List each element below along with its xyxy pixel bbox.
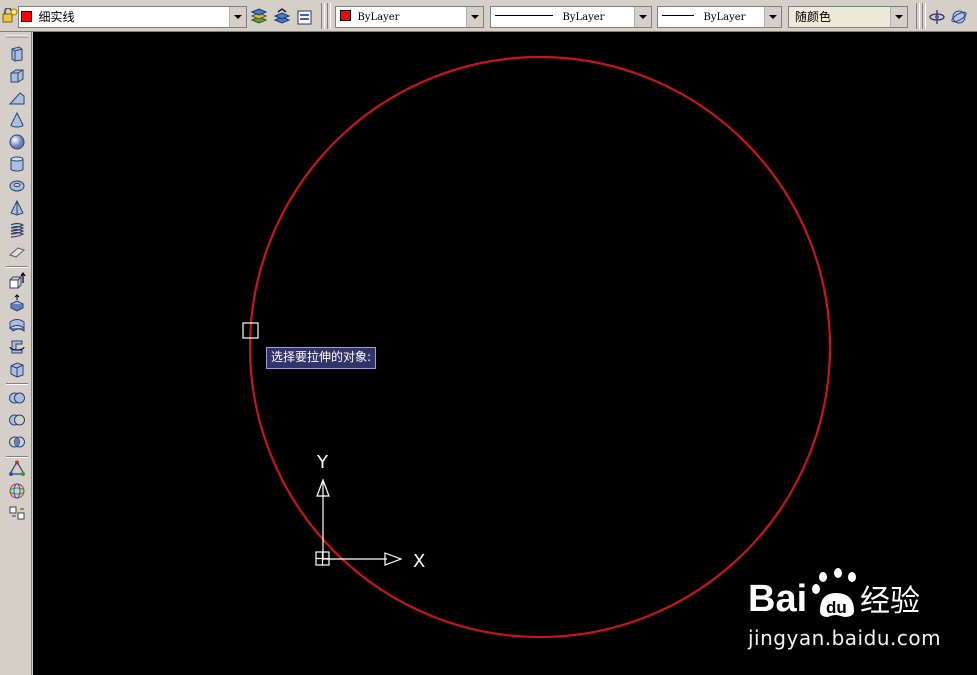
lineweight-sample — [662, 15, 694, 16]
sweep-icon[interactable] — [8, 316, 26, 334]
ucs-x-label: X — [413, 551, 425, 572]
3d-move-icon[interactable] — [8, 460, 26, 478]
ucs-icon — [315, 478, 403, 566]
extrude-icon[interactable] — [8, 272, 26, 290]
linetype-value: ByLayer — [562, 12, 605, 23]
make-object-layer-current-icon[interactable] — [250, 8, 268, 26]
color-value: ByLayer — [357, 12, 400, 23]
color-dropdown[interactable]: ByLayer — [335, 6, 484, 28]
layer-dropdown[interactable]: 细实线 — [18, 6, 247, 28]
toolbar-separator — [321, 3, 325, 29]
cylinder-icon[interactable] — [8, 155, 26, 173]
toolbar-separator — [916, 3, 920, 29]
cone-icon[interactable] — [8, 111, 26, 129]
3d-rotate-icon[interactable] — [8, 482, 26, 500]
section-plane-icon[interactable] — [8, 504, 26, 522]
sphere-icon[interactable] — [8, 133, 26, 151]
layer-unlock-icon[interactable] — [2, 8, 18, 24]
box-icon[interactable] — [8, 67, 26, 85]
presspull-icon[interactable] — [8, 294, 26, 312]
helix-icon[interactable] — [8, 221, 26, 239]
torus-icon[interactable] — [8, 177, 26, 195]
ucs-y-label: Y — [316, 452, 329, 473]
pyramid-icon[interactable] — [8, 199, 26, 217]
toolbar-separator — [6, 266, 28, 268]
watermark-url: jingyan.baidu.com — [748, 626, 942, 650]
chevron-down-icon[interactable] — [229, 7, 246, 27]
toolbar-separator — [6, 383, 28, 385]
polysolid-icon[interactable] — [8, 45, 26, 63]
revolve-icon[interactable] — [8, 338, 26, 356]
modeling-toolbar — [0, 32, 32, 675]
chevron-down-icon[interactable] — [764, 7, 781, 27]
toolbar-separator — [922, 3, 926, 29]
linetype-dropdown[interactable]: ByLayer — [490, 6, 652, 28]
svg-text:经验: 经验 — [860, 584, 920, 619]
toolbar-grip[interactable] — [6, 35, 28, 39]
plotstyle-dropdown[interactable]: 随颜色 — [788, 6, 908, 28]
svg-text:Bai: Bai — [748, 578, 807, 620]
toolbar-separator — [327, 3, 331, 29]
layer-previous-icon[interactable] — [273, 8, 291, 26]
color-swatch — [340, 10, 351, 21]
layer-properties-manager-icon[interactable] — [296, 8, 314, 26]
loft-icon[interactable] — [8, 360, 26, 378]
planar-surface-icon[interactable] — [8, 243, 26, 261]
lineweight-dropdown[interactable]: ByLayer — [657, 6, 782, 28]
chevron-down-icon[interactable] — [890, 7, 907, 27]
toolbar-separator — [6, 456, 28, 458]
union-icon[interactable] — [8, 389, 26, 407]
lineweight-value: ByLayer — [703, 12, 746, 23]
3d-orbit-icon[interactable] — [928, 8, 946, 26]
intersect-icon[interactable] — [8, 433, 26, 451]
layer-name: 细实线 — [38, 10, 75, 24]
linetype-sample — [495, 15, 553, 16]
chevron-down-icon[interactable] — [634, 7, 651, 27]
properties-toolbar: 细实线 ByLayer ByLayer ByLayer 随颜色 — [0, 0, 977, 32]
chevron-down-icon[interactable] — [466, 7, 483, 27]
plotstyle-value: 随颜色 — [795, 10, 832, 24]
subtract-icon[interactable] — [8, 411, 26, 429]
layer-color-swatch — [21, 11, 32, 22]
wedge-icon[interactable] — [8, 89, 26, 107]
free-orbit-icon[interactable] — [950, 8, 968, 26]
svg-text:du: du — [826, 598, 847, 617]
baidu-jingyan-logo: Bai du 经验 — [748, 568, 920, 620]
dynamic-input-tooltip: 选择要拉伸的对象: — [266, 347, 377, 369]
